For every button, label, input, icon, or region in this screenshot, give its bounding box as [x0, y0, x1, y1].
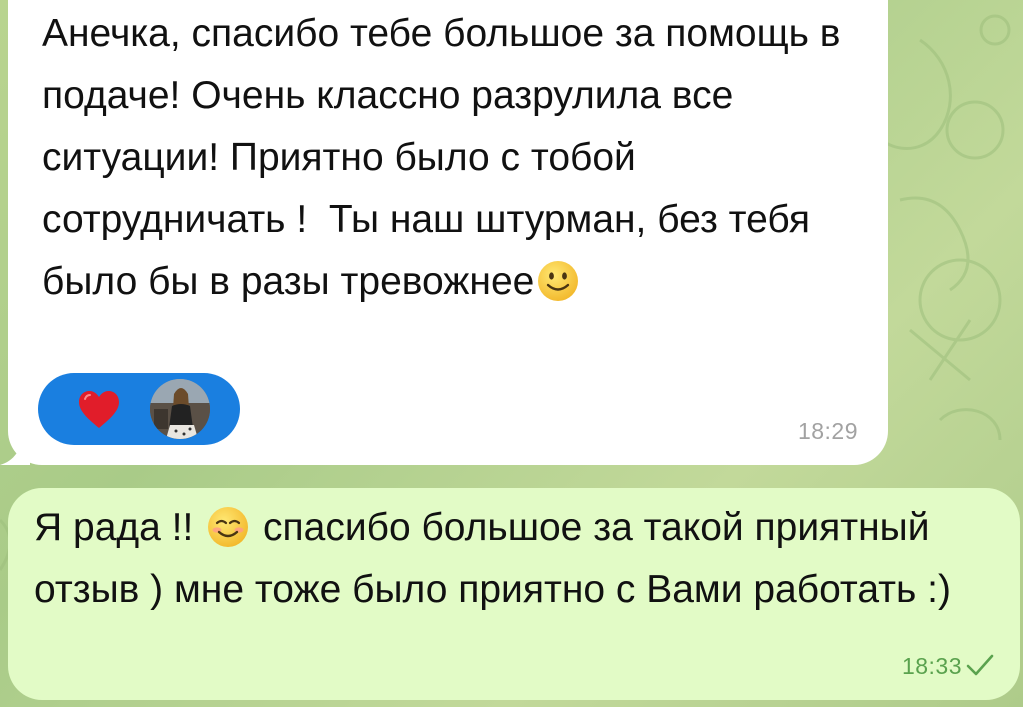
- incoming-message-time: 18:29: [797, 418, 858, 444]
- reaction-pill[interactable]: [38, 373, 240, 445]
- incoming-message-text-content: Анечка, спасибо тебе большое за помощь в…: [42, 12, 852, 303]
- avatar-photo: [150, 379, 210, 439]
- slightly-smiling-face-icon: [538, 260, 579, 301]
- incoming-message-text: Анечка, спасибо тебе большое за помощь в…: [42, 3, 862, 313]
- incoming-message-bubble[interactable]: Анечка, спасибо тебе большое за помощь в…: [0, 0, 888, 465]
- outgoing-message-time: 18:33: [901, 653, 962, 679]
- sent-check-icon: [966, 654, 994, 676]
- outgoing-message-bubble[interactable]: Я рада !! спасибо большое за такой прият…: [8, 488, 1020, 700]
- smiling-face-icon: [208, 506, 249, 547]
- red-heart-icon: [79, 391, 119, 428]
- outgoing-message-text: Я рада !! спасибо большое за такой прият…: [34, 497, 1004, 621]
- outgoing-message-text-start: Я рада !!: [34, 506, 205, 549]
- reactor-avatar[interactable]: [150, 379, 210, 439]
- bubble-tail: [0, 435, 30, 465]
